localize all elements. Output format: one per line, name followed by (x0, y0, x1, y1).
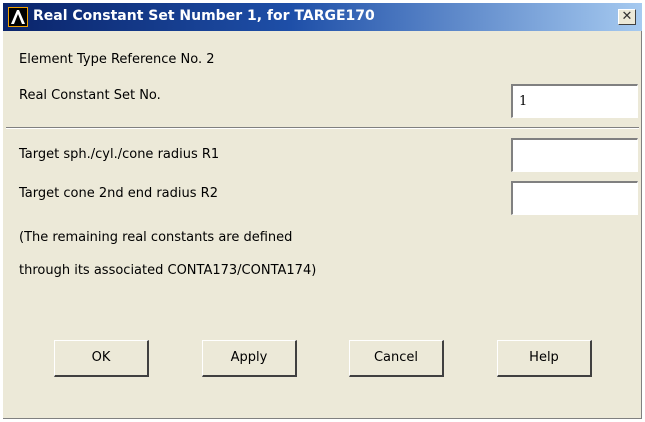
help-button[interactable]: Help (497, 340, 592, 377)
real-constant-dialog: Real Constant Set Number 1, for TARGE170… (3, 3, 642, 419)
ansys-logo-icon (8, 7, 28, 27)
set-number-field[interactable] (511, 84, 638, 118)
close-icon[interactable]: ✕ (618, 9, 636, 25)
window-title: Real Constant Set Number 1, for TARGE170 (33, 8, 375, 24)
set-number-label: Real Constant Set No. (19, 88, 161, 103)
r1-field[interactable] (511, 138, 638, 172)
element-type-label: Element Type Reference No. 2 (19, 52, 215, 67)
r1-label: Target sph./cyl./cone radius R1 (19, 147, 220, 162)
r2-field[interactable] (511, 181, 638, 215)
cancel-button[interactable]: Cancel (349, 340, 444, 377)
apply-button[interactable]: Apply (202, 340, 297, 377)
r2-label: Target cone 2nd end radius R2 (19, 186, 218, 201)
ok-button[interactable]: OK (54, 340, 149, 377)
title-bar[interactable]: Real Constant Set Number 1, for TARGE170… (3, 3, 642, 31)
divider (6, 127, 639, 129)
note-line-2: through its associated CONTA173/CONTA174… (19, 263, 317, 278)
note-line-1: (The remaining real constants are define… (19, 230, 293, 245)
